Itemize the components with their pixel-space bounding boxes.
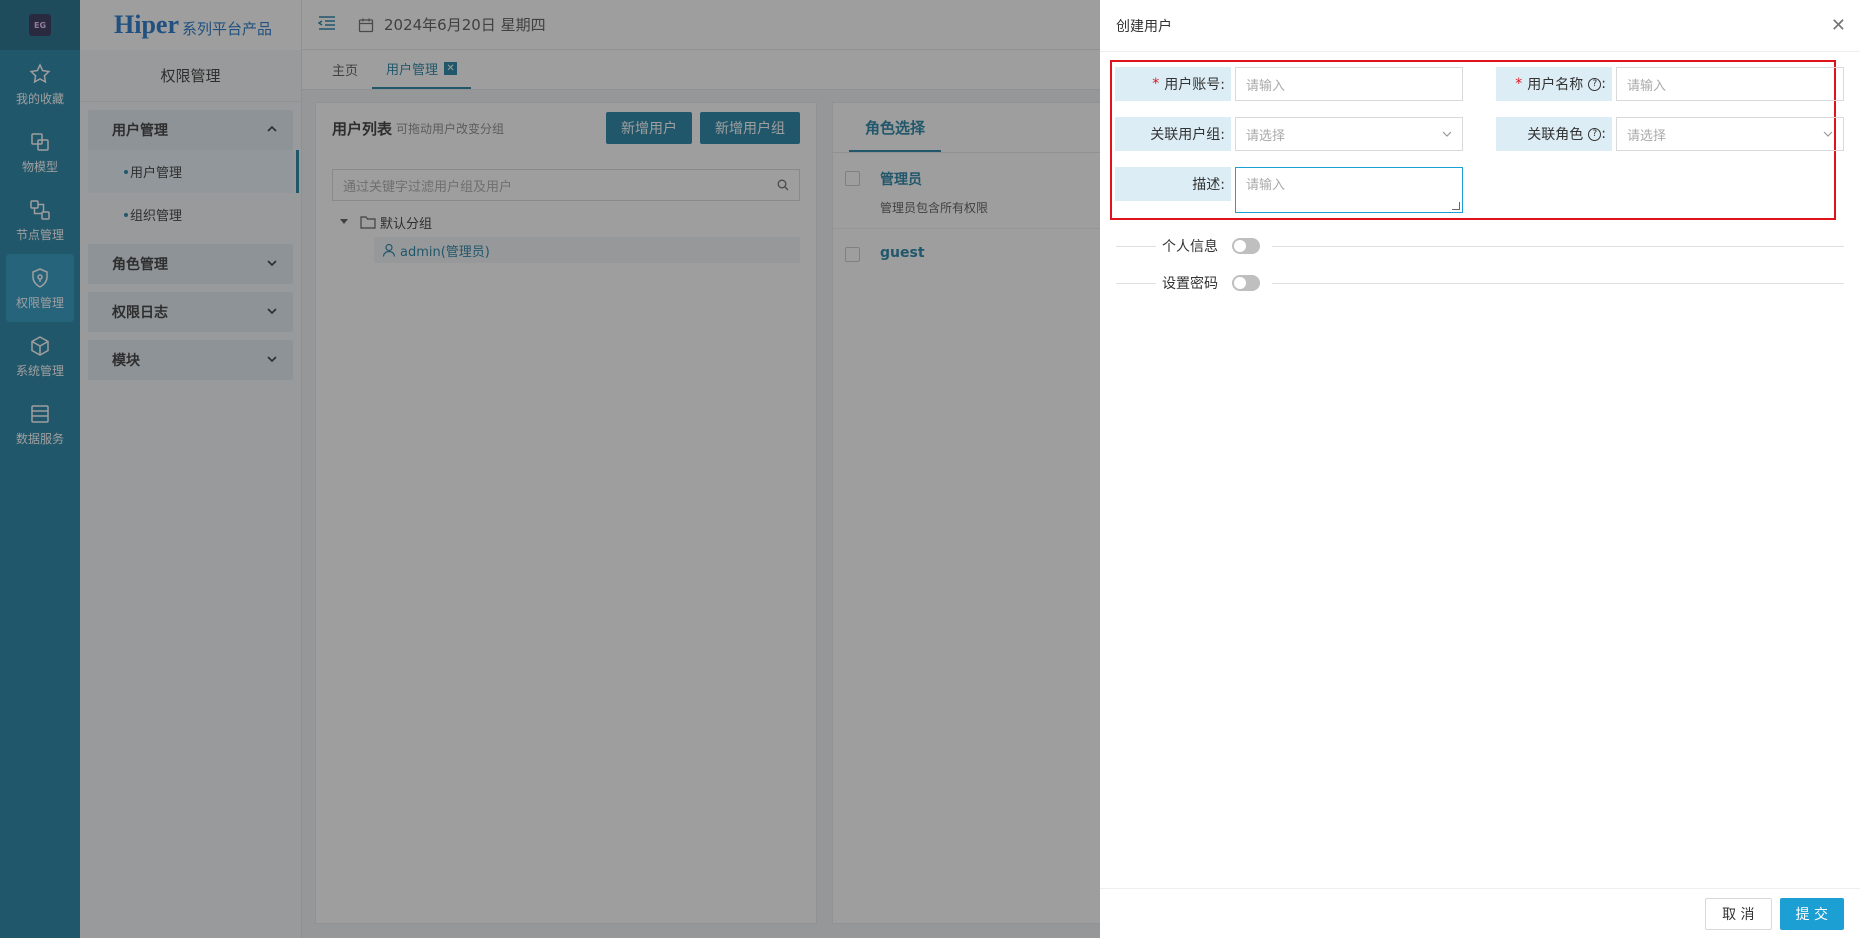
drawer-title: 创建用户 <box>1116 18 1172 35</box>
section-title: 个人信息 <box>1162 239 1218 255</box>
chevron-down-icon <box>1442 131 1452 137</box>
description-label: 描述: <box>1115 167 1231 201</box>
submit-button[interactable]: 提 交 <box>1779 897 1844 930</box>
close-icon[interactable]: ✕ <box>1831 15 1846 36</box>
field-user-name: * 用户名称 ?: 请输入 <box>1496 67 1844 101</box>
field-user-account: * 用户账号: 请输入 <box>1115 67 1463 101</box>
role-select[interactable]: 请选择 <box>1616 117 1844 151</box>
section-title: 设置密码 <box>1162 276 1218 292</box>
help-icon[interactable]: ? <box>1588 77 1602 91</box>
description-textarea[interactable]: 请输入 <box>1235 167 1463 213</box>
user-group-select[interactable]: 请选择 <box>1235 117 1463 151</box>
drawer-header: 创建用户 ✕ <box>1100 0 1860 52</box>
field-role: 关联角色 ?: 请选择 <box>1496 117 1844 151</box>
modal-overlay[interactable] <box>0 0 1100 938</box>
user-name-label: * 用户名称 ?: <box>1496 67 1612 101</box>
role-label: 关联角色 ?: <box>1496 117 1612 151</box>
field-description: 描述: 请输入 <box>1115 167 1463 213</box>
user-account-label: * 用户账号: <box>1115 67 1231 101</box>
section-personal-info: 个人信息 <box>1116 236 1844 256</box>
user-group-label: 关联用户组: <box>1115 117 1231 151</box>
cancel-button[interactable]: 取 消 <box>1705 897 1772 930</box>
drawer-footer: 取 消 提 交 <box>1100 888 1860 938</box>
section-set-password: 设置密码 <box>1116 273 1844 293</box>
personal-info-toggle[interactable] <box>1232 238 1260 254</box>
chevron-down-icon <box>1823 131 1833 137</box>
help-icon[interactable]: ? <box>1588 127 1602 141</box>
user-account-input[interactable]: 请输入 <box>1235 67 1463 101</box>
field-user-group: 关联用户组: 请选择 <box>1115 117 1463 151</box>
create-user-drawer: 创建用户 ✕ * 用户账号: 请输入 * 用户名称 ?: 请输入 关联用户组: 请选… <box>1100 0 1860 938</box>
set-password-toggle[interactable] <box>1232 275 1260 291</box>
user-name-input[interactable]: 请输入 <box>1616 67 1844 101</box>
